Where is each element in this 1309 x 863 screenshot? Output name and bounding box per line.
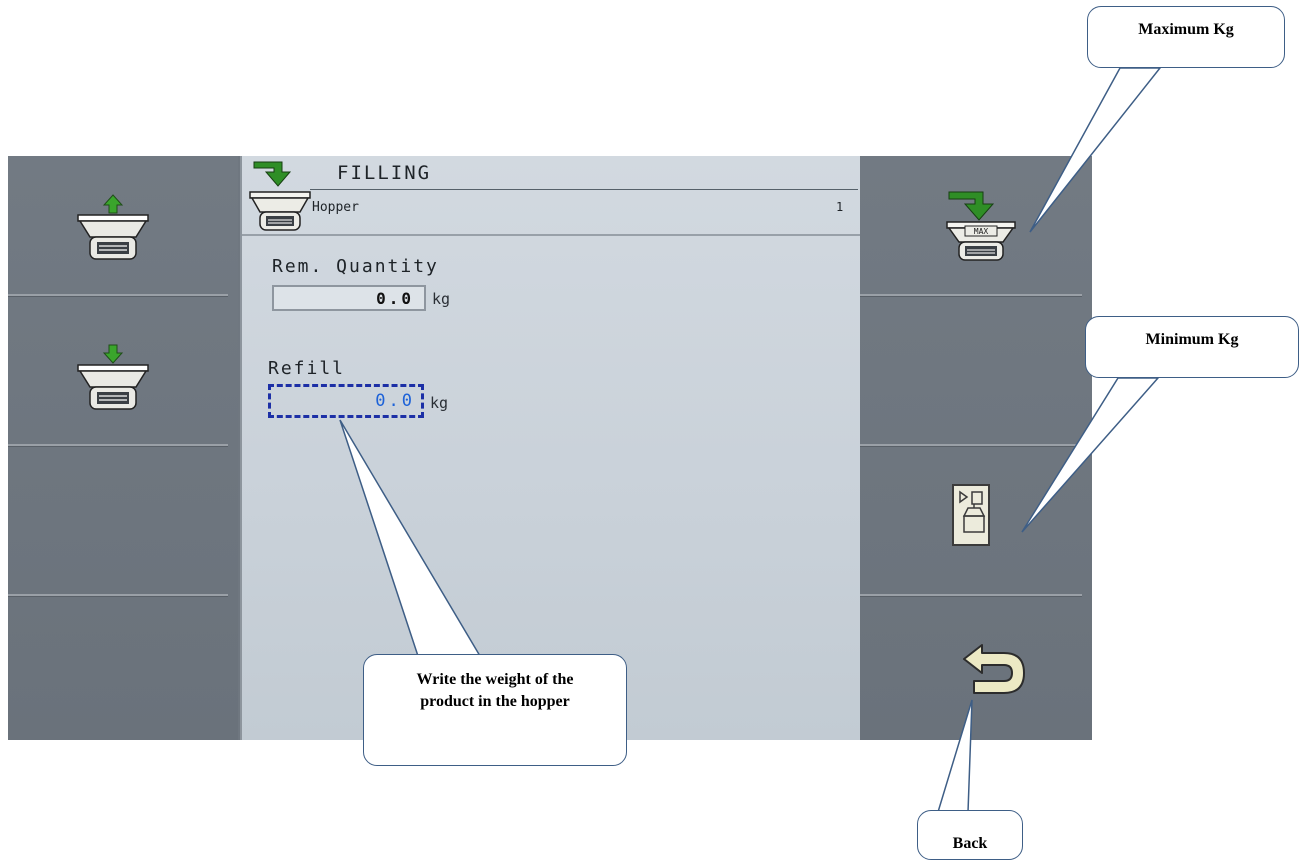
callout-pointers bbox=[339, 67, 1162, 813]
maximum-kg-callout: Maximum Kg bbox=[1087, 6, 1285, 68]
write-weight-callout: Write the weight of the product in the h… bbox=[363, 654, 627, 766]
minimum-kg-callout: Minimum Kg bbox=[1085, 316, 1299, 378]
back-callout: Back bbox=[917, 810, 1023, 860]
